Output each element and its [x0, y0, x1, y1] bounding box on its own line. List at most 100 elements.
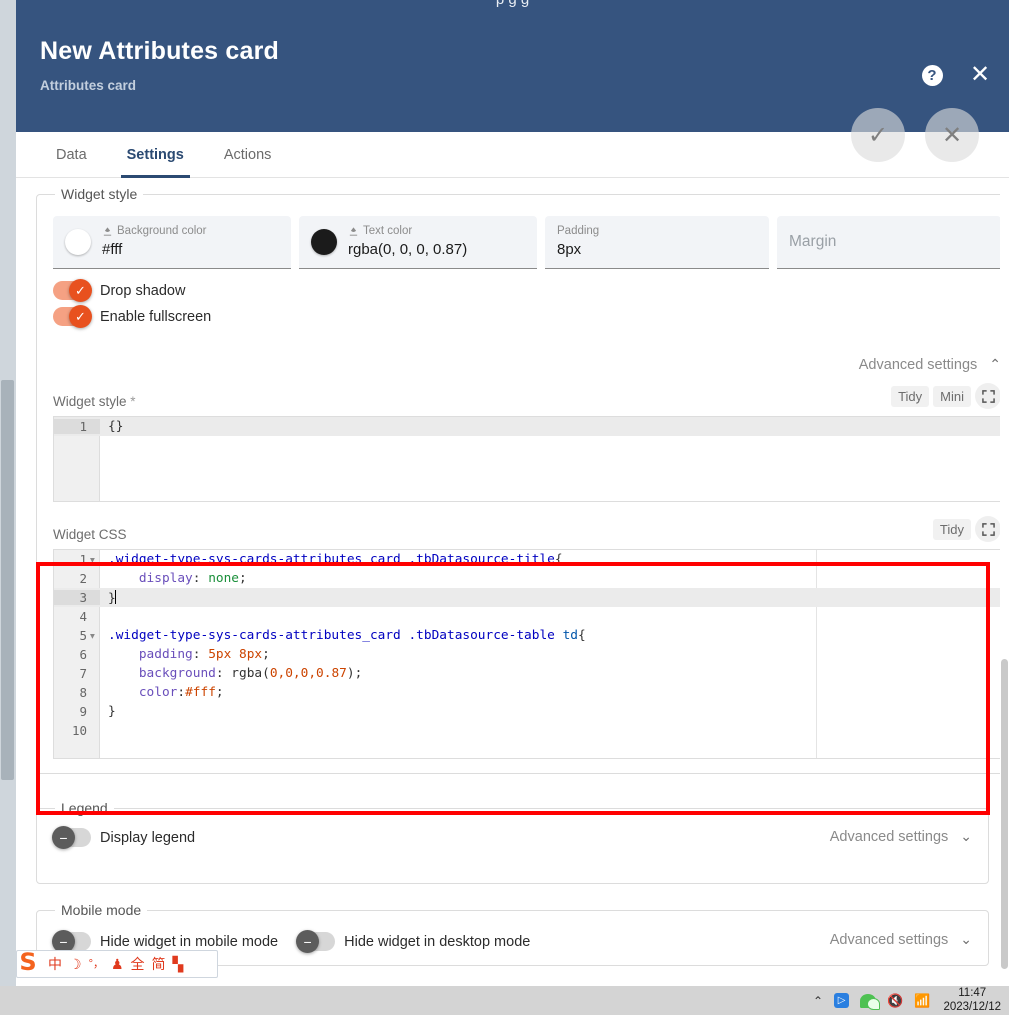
line-number: 7 [79, 666, 87, 681]
hide-desktop-switch[interactable]: − [296, 930, 336, 953]
fullscreen-icon[interactable] [975, 516, 1001, 542]
check-icon: ✓ [69, 279, 92, 302]
code-line[interactable]: 4 [54, 607, 1000, 626]
line-text: padding: 5px 8px; [138, 647, 270, 662]
help-icon: ? [921, 64, 943, 86]
speaker-muted-icon[interactable]: 🔇 [887, 993, 903, 1009]
code-line[interactable]: 5 ▼ .widget-type-sys-cards-attributes_ca… [54, 626, 1000, 645]
code-line[interactable]: 3 } [54, 588, 1000, 607]
taskbar: ⌃ ▷ 🔇 📶 11:47 2023/12/12 [0, 986, 1009, 1015]
tidy-button[interactable]: Tidy [932, 518, 971, 540]
hide-mobile-switch[interactable]: − [52, 930, 91, 953]
legend-section-legend: Legend [61, 800, 108, 816]
code-line[interactable]: 2 display: none; [54, 569, 1000, 588]
dialog-scrollbar-track[interactable] [1000, 179, 1009, 986]
moon-icon[interactable]: ☽ [69, 957, 82, 971]
widget-style-editor-header: Widget style * Tidy Mini [53, 383, 1001, 409]
tab-label: Data [56, 146, 87, 163]
text-color-texts: Text color rgba(0, 0, 0, 0.87) [348, 224, 467, 260]
toolbox-icon[interactable]: ▚ [173, 957, 184, 971]
chevron-down-icon: ⌄ [960, 931, 972, 947]
sogou-logo-icon[interactable]: S [15, 948, 41, 976]
dialog-scrollbar-thumb[interactable] [1001, 659, 1008, 969]
tab-data[interactable]: Data [36, 132, 107, 177]
fold-arrow-icon[interactable]: ▼ [90, 555, 95, 564]
chinese-mode-icon[interactable]: 中 [48, 957, 62, 971]
code-line[interactable]: 7 background: rgba(0,0,0,0.87); [54, 664, 1000, 683]
drop-shadow-switch[interactable]: ✓ [53, 279, 92, 302]
close-dialog-button[interactable]: ✕ [969, 63, 991, 87]
display-legend-label: Display legend [100, 829, 196, 846]
dialog-subtitle: Attributes card [40, 78, 137, 94]
help-button[interactable]: ? [921, 64, 943, 86]
widget-settings-dialog: New Attributes card Attributes card ? ✕ … [16, 14, 1009, 986]
eyedropper-icon [349, 227, 358, 236]
code-line[interactable]: 9 } [54, 702, 1000, 721]
widget-style-advanced-settings[interactable]: Advanced settings ⌃ [53, 356, 1001, 373]
simplified-icon[interactable]: 简 [152, 957, 166, 971]
code-line[interactable]: 8 color:#fff; [54, 683, 1000, 702]
padding-value: 8px [557, 241, 582, 259]
wechat-icon[interactable] [860, 993, 881, 1010]
app-blue-icon[interactable]: ▷ [834, 993, 850, 1008]
background-color-label: Background color [102, 224, 207, 238]
legend-advanced-settings[interactable]: Advanced settings ⌄ [830, 828, 972, 845]
mobile-advanced-settings[interactable]: Advanced settings ⌄ [830, 931, 972, 948]
minus-icon: − [296, 930, 320, 953]
background-color-swatch[interactable] [65, 229, 91, 255]
code-line[interactable]: 1 {} [54, 417, 1000, 436]
tray-expand-icon[interactable]: ⌃ [813, 994, 823, 1008]
line-text: display: none; [138, 571, 247, 586]
mobile-mode-row: − Hide widget in mobile mode − Hide widg… [52, 928, 972, 953]
margin-field[interactable]: Margin [777, 216, 1001, 269]
code-lines: 1 ▼ .widget-type-sys-cards-attributes_ca… [54, 550, 1000, 740]
background-color-field[interactable]: Background color #fff [53, 216, 291, 269]
advanced-settings-label: Advanced settings [858, 356, 978, 373]
widget-style-code-editor[interactable]: 1 {} [53, 416, 1001, 502]
padding-texts: Padding 8px [557, 224, 599, 260]
line-number: 10 [71, 723, 87, 738]
clipped-top-strip: p g g [16, 0, 1009, 14]
page-scrollbar-thumb[interactable] [1, 380, 14, 780]
page-scrollbar-track[interactable] [0, 0, 16, 986]
display-legend-toggle-row[interactable]: − Display legend [52, 826, 196, 849]
code-line[interactable]: 6 padding: 5px 8px; [54, 645, 1000, 664]
line-number: 2 [79, 571, 87, 586]
mini-button[interactable]: Mini [933, 385, 971, 407]
punctuation-icon[interactable]: °， [89, 958, 104, 970]
tab-settings[interactable]: Settings [107, 132, 204, 178]
tab-actions[interactable]: Actions [204, 132, 292, 177]
header-actions: ? ✕ [921, 63, 991, 87]
full-width-icon[interactable]: 全 [131, 957, 145, 971]
user-icon[interactable]: ♟ [111, 957, 124, 971]
discard-changes-fab[interactable]: ✕ [925, 108, 979, 162]
fullscreen-icon[interactable] [975, 383, 1001, 409]
code-line[interactable]: 1 ▼ .widget-type-sys-cards-attributes_ca… [54, 550, 1000, 569]
line-text: {} [108, 419, 124, 434]
enable-fullscreen-switch[interactable]: ✓ [53, 305, 92, 328]
taskbar-clock[interactable]: 11:47 2023/12/12 [943, 987, 1001, 1013]
fold-arrow-icon[interactable]: ▼ [90, 631, 95, 640]
enable-fullscreen-toggle-row[interactable]: ✓ Enable fullscreen [53, 305, 1001, 328]
display-legend-switch[interactable]: − [52, 826, 91, 849]
widget-css-code-editor[interactable]: 1 ▼ .widget-type-sys-cards-attributes_ca… [53, 549, 1001, 759]
code-line[interactable]: 10 [54, 721, 1000, 740]
apply-changes-fab[interactable]: ✓ [851, 108, 905, 162]
ime-toolbar[interactable]: S 中 ☽ °， ♟ 全 简 ▚ [15, 948, 218, 978]
mobile-toggles: − Hide widget in mobile mode − Hide widg… [52, 930, 531, 953]
close-icon: ✕ [941, 121, 963, 149]
check-icon: ✓ [867, 121, 889, 149]
hide-desktop-label: Hide widget in desktop mode [344, 933, 531, 950]
drop-shadow-toggle-row[interactable]: ✓ Drop shadow [53, 279, 1001, 302]
clipped-top-text: p g g [16, 0, 1009, 8]
text-color-field[interactable]: Text color rgba(0, 0, 0, 0.87) [299, 216, 537, 269]
text-color-swatch[interactable] [311, 229, 337, 255]
tab-label: Settings [126, 146, 184, 163]
padding-field[interactable]: Padding 8px [545, 216, 769, 269]
advanced-settings-label: Advanced settings [829, 931, 949, 948]
line-text: .widget-type-sys-cards-attributes_card .… [108, 552, 563, 567]
wifi-icon[interactable]: 📶 [914, 993, 930, 1009]
line-text: color:#fff; [138, 685, 224, 700]
padding-label: Padding [557, 225, 600, 238]
tidy-button[interactable]: Tidy [891, 385, 930, 407]
